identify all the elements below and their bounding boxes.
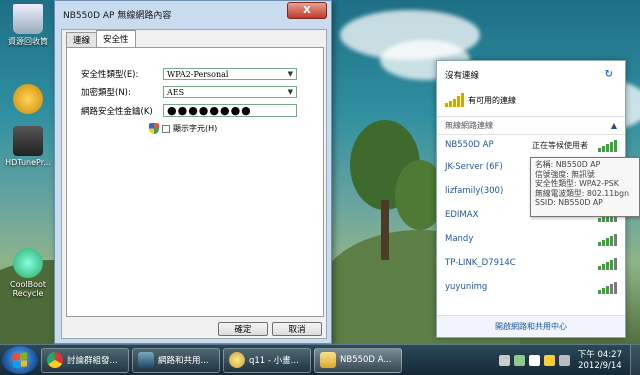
desktop-icon-label: 資源回收筒 <box>8 37 48 46</box>
taskbar-button-label: 網路和共用... <box>158 356 209 366</box>
battery-icon[interactable] <box>513 355 525 366</box>
security-key-label: 網路安全性金鑰(K) <box>81 106 153 117</box>
network-item[interactable]: NB550D AP 正在等候使用者 <box>437 135 625 155</box>
no-connection-label: 沒有連線 <box>445 71 480 81</box>
desktop-icon-app[interactable] <box>2 84 54 116</box>
show-desktop-button[interactable] <box>630 345 640 375</box>
network-name: JK-Server (6F) <box>445 162 503 172</box>
desktop-icon-label: CoolBoot Recycle <box>9 280 46 298</box>
cancel-button[interactable]: 取消 <box>272 322 322 336</box>
signal-strength-icon <box>598 280 617 294</box>
network-status: 正在等候使用者 <box>532 140 588 150</box>
tooltip-line: 無線電波類型: 802.11bgn <box>535 188 630 198</box>
taskbar-button-label: 討論群組發... <box>67 356 118 366</box>
dropdown-arrow-icon: ▼ <box>287 70 293 78</box>
chrome-icon <box>47 352 63 368</box>
coolboot-icon <box>13 248 43 278</box>
hdtune-icon <box>13 126 43 156</box>
encryption-type-value: AES <box>167 87 185 97</box>
dialog-body: 連線 安全性 安全性類型(E): WPA2-Personal ▼ 加密類型(N)… <box>61 29 327 339</box>
folder-icon <box>320 352 336 368</box>
keyboard-icon[interactable] <box>498 355 510 366</box>
ok-button[interactable]: 確定 <box>218 322 268 336</box>
taskbar-button-label: NB550D A... <box>340 355 392 365</box>
recycle-bin-icon <box>13 4 43 34</box>
desktop-icon-hdtune[interactable]: HDTunePr... <box>2 126 54 167</box>
system-tray: 下午 04:27 2012/9/14 <box>498 345 640 375</box>
tab-connection[interactable]: 連線 <box>66 32 98 47</box>
app-icon <box>13 84 43 114</box>
tab-bar: 連線 安全性 <box>66 30 136 47</box>
security-key-row: 網路安全性金鑰(K) ●●●●●●●● <box>81 104 297 117</box>
available-connections-label: 有可用的連線 <box>468 95 516 105</box>
network-tooltip: 名稱: NB550D AP 信號強度: 無訊號 安全性類型: WPA2-PSK … <box>530 157 640 217</box>
show-characters-label: 顯示字元(H) <box>173 124 218 133</box>
taskbar-button-chrome[interactable]: 討論群組發... <box>41 347 129 373</box>
security-type-select[interactable]: WPA2-Personal ▼ <box>163 68 297 80</box>
clock-date: 2012/9/14 <box>578 360 622 371</box>
signal-strength-icon <box>598 256 617 270</box>
flag-icon[interactable] <box>528 355 540 366</box>
available-connections-row: 有可用的連線 <box>445 93 617 107</box>
network-name: Mandy <box>445 234 474 244</box>
network-item[interactable]: Mandy <box>437 227 625 251</box>
desktop-icon-coolboot[interactable]: CoolBoot Recycle <box>2 248 54 298</box>
taskbar-button-label: q11 - 小畫... <box>249 356 299 366</box>
wireless-properties-dialog: NB550D AP 無線網路內容 X 連線 安全性 安全性類型(E): WPA2… <box>54 0 332 344</box>
signal-available-icon <box>445 93 464 107</box>
close-button[interactable]: X <box>287 2 327 19</box>
tab-security[interactable]: 安全性 <box>96 30 136 47</box>
taskbar-button-network[interactable]: 網路和共用... <box>132 347 220 373</box>
encryption-type-select[interactable]: AES ▼ <box>163 86 297 98</box>
chevron-up-icon: ▲ <box>610 121 617 130</box>
security-type-label: 安全性類型(E): <box>81 70 139 80</box>
taskbar-button-folder[interactable]: NB550D A... <box>314 347 402 373</box>
signal-strength-icon <box>598 232 617 246</box>
show-characters-checkbox[interactable] <box>162 124 170 133</box>
tooltip-line: 安全性類型: WPA2-PSK <box>535 179 619 189</box>
network-name: NB550D AP <box>445 140 494 150</box>
security-type-row: 安全性類型(E): WPA2-Personal ▼ <box>81 68 297 80</box>
network-name: EDIMAX <box>445 210 479 220</box>
refresh-icon[interactable]: ↻ <box>605 69 613 80</box>
wifi-tray-icon[interactable] <box>543 355 555 366</box>
dropdown-arrow-icon: ▼ <box>287 88 293 96</box>
wireless-section-label: 無線網路連線 <box>445 121 493 130</box>
desktop-icon-label: HDTunePr... <box>5 158 51 167</box>
uac-shield-icon <box>149 123 159 134</box>
encryption-type-row: 加密類型(N): AES ▼ <box>81 86 297 98</box>
network-item[interactable]: TP-LINK_D7914C <box>437 251 625 275</box>
tooltip-line: 名稱: NB550D AP <box>535 160 601 169</box>
taskbar: 討論群組發... 網路和共用... q11 - 小畫... NB550D A..… <box>0 344 640 375</box>
taskbar-button-paint[interactable]: q11 - 小畫... <box>223 347 311 373</box>
security-tab-panel: 安全性類型(E): WPA2-Personal ▼ 加密類型(N): AES ▼… <box>66 47 324 317</box>
tooltip-line: 信號強度: 無訊號 <box>535 169 595 179</box>
close-icon: X <box>303 5 311 16</box>
network-sharing-center-link[interactable]: 開啟網路和共用中心 <box>437 315 625 337</box>
security-type-value: WPA2-Personal <box>167 69 229 79</box>
system-clock[interactable]: 下午 04:27 2012/9/14 <box>578 350 622 372</box>
paint-icon <box>229 352 245 368</box>
clock-time: 下午 04:27 <box>577 349 622 360</box>
network-item[interactable]: yuyunimg <box>437 275 625 299</box>
tooltip-line: SSID: NB550D AP <box>535 198 603 208</box>
encryption-type-label: 加密類型(N): <box>81 88 131 98</box>
show-characters-option: 顯示字元(H) <box>149 123 217 134</box>
desktop-icon-recycle-bin[interactable]: 資源回收筒 <box>2 4 54 47</box>
volume-icon[interactable] <box>558 355 570 366</box>
security-key-input[interactable]: ●●●●●●●● <box>163 104 297 117</box>
network-icon <box>138 352 154 368</box>
signal-strength-icon <box>598 138 617 152</box>
network-name: lizfamily(300) <box>445 186 504 196</box>
network-name: TP-LINK_D7914C <box>445 258 516 268</box>
connection-status-header: 沒有連線 ↻ 有可用的連線 <box>437 61 625 117</box>
start-button[interactable] <box>2 346 38 374</box>
wireless-section-header[interactable]: 無線網路連線 ▲ <box>437 117 625 135</box>
windows-logo-icon <box>13 352 27 368</box>
network-name: yuyunimg <box>445 282 488 292</box>
